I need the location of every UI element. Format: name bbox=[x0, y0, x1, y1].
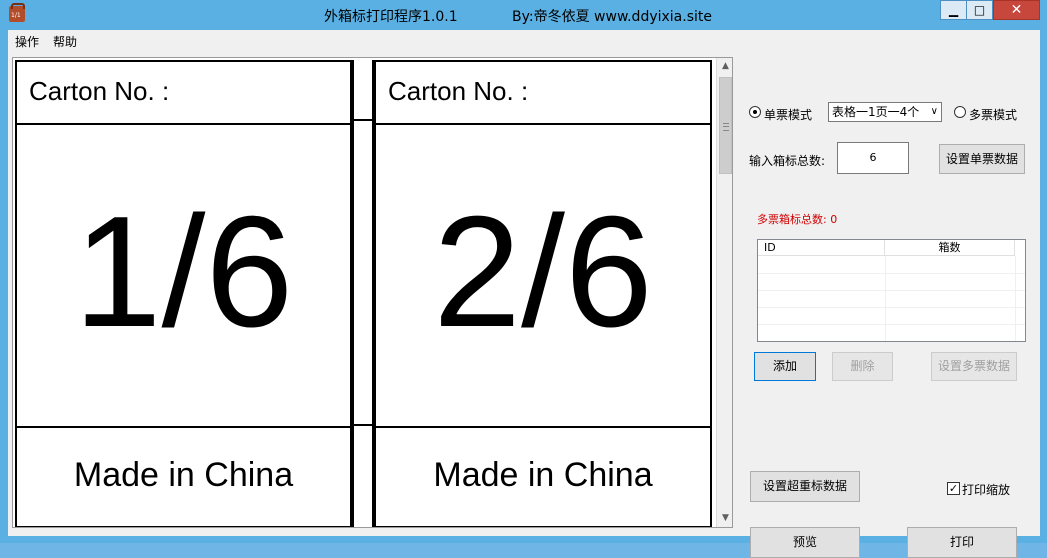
menu-help[interactable]: 帮助 bbox=[53, 33, 77, 50]
print-scale-checkbox[interactable]: ✓ bbox=[947, 482, 960, 495]
label-gap bbox=[352, 60, 374, 527]
carton-number: 2/6 bbox=[433, 184, 653, 360]
carton-label: Carton No. : 2/6 Made in China bbox=[374, 60, 712, 527]
main-window: 1/1 外箱标打印程序1.0.1 By:帝冬依夏 www.ddyixia.sit… bbox=[0, 0, 1047, 558]
set-overweight-data-button[interactable]: 设置超重标数据 bbox=[750, 471, 860, 502]
control-panel: 单票模式 表格一1页一4个 ∨ 多票模式 输入箱标总数: 6 设置单票数据 多票… bbox=[740, 51, 1040, 558]
delete-button[interactable]: 删除 bbox=[832, 352, 893, 381]
column-header-id[interactable]: ID bbox=[758, 240, 885, 256]
scroll-down-arrow-icon[interactable]: ▼ bbox=[717, 510, 732, 527]
carton-no-text: Carton No. : bbox=[29, 76, 170, 106]
minimize-button[interactable]: ▁ bbox=[940, 0, 967, 20]
menu-operate[interactable]: 操作 bbox=[15, 33, 39, 50]
print-scale-label[interactable]: 打印缩放 bbox=[962, 481, 1010, 498]
close-button[interactable]: ✕ bbox=[993, 0, 1040, 20]
multi-mode-radio[interactable] bbox=[954, 106, 966, 118]
layout-select-value: 表格一1页一4个 bbox=[832, 105, 920, 119]
window-title-author: By:帝冬依夏 www.ddyixia.site bbox=[512, 9, 712, 25]
single-mode-radio[interactable] bbox=[749, 106, 761, 118]
total-label: 输入箱标总数: bbox=[749, 154, 826, 168]
made-in-text: Made in China bbox=[73, 456, 294, 494]
multi-mode-label[interactable]: 多票模式 bbox=[969, 106, 1017, 123]
scroll-up-arrow-icon[interactable]: ▲ bbox=[717, 58, 732, 75]
window-title-main: 外箱标打印程序1.0.1 bbox=[324, 9, 458, 25]
grip-icon bbox=[723, 123, 729, 131]
set-multi-data-button[interactable]: 设置多票数据 bbox=[931, 352, 1017, 381]
carton-no-text: Carton No. : bbox=[388, 76, 529, 106]
multi-total-label: 多票箱标总数: 0 bbox=[757, 213, 838, 226]
made-in-text: Made in China bbox=[433, 456, 653, 494]
set-single-data-button[interactable]: 设置单票数据 bbox=[939, 144, 1025, 174]
single-mode-label[interactable]: 单票模式 bbox=[764, 106, 812, 123]
carton-total-input[interactable]: 6 bbox=[837, 142, 909, 174]
chevron-down-icon: ∨ bbox=[930, 106, 938, 117]
preview-scrollbar[interactable]: ▲ ▼ bbox=[716, 58, 732, 527]
briefcase-app-icon: 1/1 bbox=[9, 3, 25, 22]
title-bar[interactable]: 1/1 外箱标打印程序1.0.1 By:帝冬依夏 www.ddyixia.sit… bbox=[0, 0, 1047, 30]
menu-bar: 操作 帮助 bbox=[8, 30, 1040, 51]
scroll-thumb[interactable] bbox=[719, 77, 732, 174]
client-area: 操作 帮助 Carton No. : 1/6 Made in China Car… bbox=[8, 30, 1040, 558]
multi-ticket-table[interactable]: ID 箱数 bbox=[757, 239, 1026, 342]
layout-select[interactable]: 表格一1页一4个 ∨ bbox=[828, 102, 942, 122]
add-button[interactable]: 添加 bbox=[754, 352, 816, 381]
print-preview-area: Carton No. : 1/6 Made in China Carton No… bbox=[12, 57, 733, 528]
column-header-count[interactable]: 箱数 bbox=[885, 240, 1015, 256]
carton-label: Carton No. : 1/6 Made in China bbox=[15, 60, 352, 527]
maximize-button[interactable]: □ bbox=[966, 0, 993, 20]
carton-number: 1/6 bbox=[73, 184, 294, 360]
